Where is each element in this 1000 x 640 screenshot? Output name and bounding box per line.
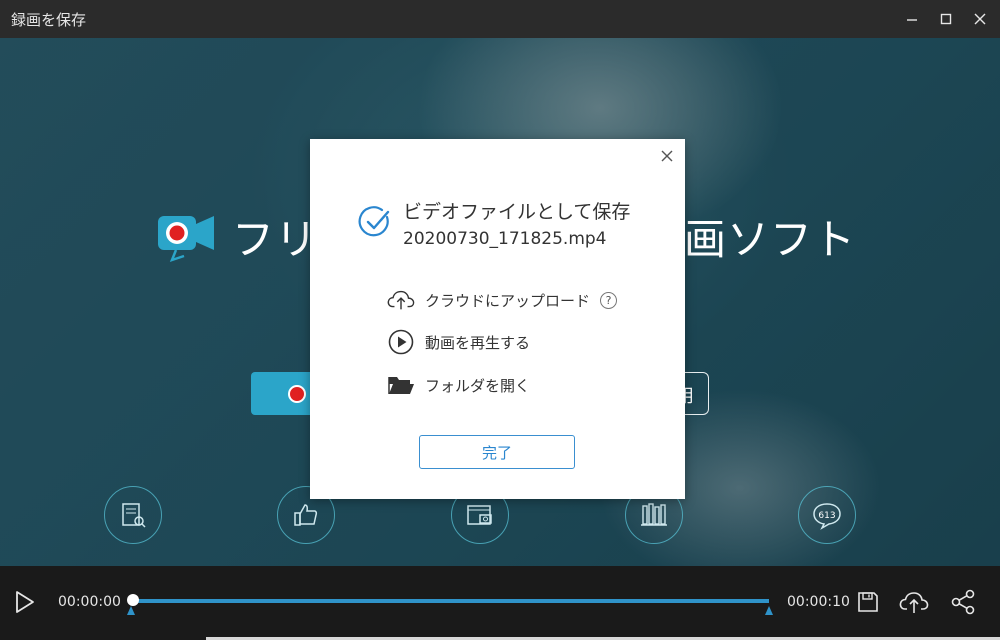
maximize-button[interactable] [932,0,960,38]
upload-cloud-action[interactable]: クラウドにアップロード ? [387,286,618,314]
comments-circle: 613 [798,486,856,544]
folder-icon [387,371,415,399]
chat-bubble-icon: 613 [813,503,841,530]
hero-text-left: フリ [232,215,319,264]
save-button[interactable] [852,586,884,618]
thumbs-up-icon [294,504,318,526]
done-button[interactable]: 完了 [419,435,575,469]
record-dot-icon [288,385,306,403]
playhead-knob[interactable] [127,594,139,606]
minimize-icon [907,19,917,21]
share-icon [951,589,975,615]
play-video-action[interactable]: 動画を再生する [387,328,530,356]
dialog-close-button[interactable] [658,147,676,165]
upload-cloud-label: クラウドにアップロード [425,291,591,310]
open-folder-label: フォルダを開く [425,376,531,395]
books-icon [641,503,667,526]
title-bar: 録画を保存 [0,0,1000,38]
search-doc-circle [104,486,162,544]
hero-logo [158,210,216,270]
current-time: 00:00:00 [58,594,121,610]
badge-count: 613 [818,511,835,521]
document-search-icon [122,503,146,528]
save-disk-icon [858,592,878,612]
open-folder-action[interactable]: フォルダを開く [387,371,530,399]
close-window-button[interactable] [966,0,994,38]
play-circle-icon [387,328,415,356]
play-button[interactable] [12,588,38,616]
cloud-upload-icon [387,286,415,314]
end-time: 00:00:10 [787,594,850,610]
close-icon [974,13,986,25]
browser-camera-icon [467,505,492,525]
timeline-track[interactable] [131,599,769,603]
help-icon[interactable]: ? [600,291,618,309]
dialog-title: ビデオファイルとして保存 [403,201,631,223]
close-icon [661,150,673,162]
maximize-icon [940,13,952,25]
play-icon [16,591,34,613]
saved-filename: 20200730_171825.mp4 [403,229,607,249]
cloud-upload-icon [899,592,929,613]
share-button[interactable] [947,586,979,618]
app-window: 録画を保存 フリ 画ソフト 用 613 ビデオファイルとして保存 2020073… [0,0,1000,640]
upload-button[interactable] [898,586,930,618]
play-video-label: 動画を再生する [425,333,531,352]
minimize-button[interactable] [898,0,926,38]
save-dialog: ビデオファイルとして保存 20200730_171825.mp4 クラウドにアッ… [310,139,685,499]
trim-end-handle[interactable] [765,606,773,615]
camera-record-icon [158,216,214,263]
player-bar: 00:00:00 00:00:10 [0,566,1000,640]
trim-start-handle[interactable] [127,606,135,615]
window-title: 録画を保存 [11,11,87,29]
hero-text-right: 画ソフト [684,215,857,264]
window-controls [898,0,1000,38]
check-circle-icon [358,206,390,237]
